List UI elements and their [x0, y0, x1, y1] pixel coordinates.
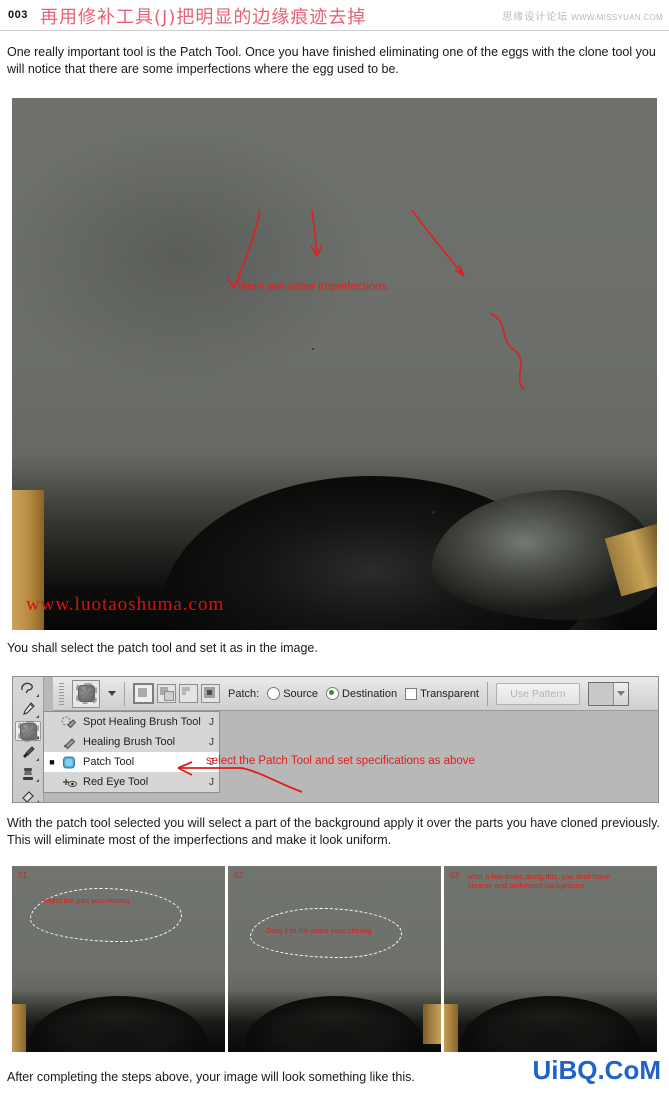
- photoshop-options-bar: Patch: Source Destination Transparent Us…: [53, 677, 658, 711]
- subtract-from-selection-button[interactable]: [179, 684, 198, 703]
- screenshot-image-imperfections: there are some imprefections. www.luotao…: [12, 98, 657, 630]
- photo-speck: [432, 511, 435, 514]
- lasso-icon: [21, 683, 33, 694]
- brand-name-cn: 思缘设计论坛: [502, 12, 569, 23]
- divider: [487, 681, 488, 706]
- add-to-selection-button[interactable]: [157, 684, 176, 703]
- lasso-tool-button[interactable]: [16, 679, 40, 698]
- page-title: 再用修补工具(J)把明显的边缘痕迹去掉: [40, 7, 367, 28]
- clone-stamp-icon: [23, 767, 33, 780]
- menu-item-label: Patch Tool: [83, 756, 135, 768]
- red-eye-icon: [61, 775, 78, 790]
- photo-annotation-text: there are some imprefections.: [238, 281, 391, 293]
- step-number-badge: 01: [18, 871, 27, 880]
- eraser-icon: [22, 790, 34, 802]
- patch-destination-label: Destination: [342, 687, 398, 700]
- intro-paragraph: One really important tool is the Patch T…: [7, 45, 656, 76]
- patch-source-radio[interactable]: Source: [267, 687, 318, 700]
- spot-healing-brush-icon: [61, 715, 78, 730]
- new-selection-button[interactable]: [133, 683, 154, 704]
- menu-item-spot-healing-brush-tool[interactable]: Spot Healing Brush Tool J: [44, 712, 219, 732]
- patch-tool-icon: [17, 720, 39, 742]
- menu-item-shortcut: J: [209, 736, 214, 748]
- tutorial-page: 003 再用修补工具(J)把明显的边缘痕迹去掉 思缘设计论坛 WWW.MISSY…: [0, 0, 669, 1094]
- patch-destination-radio[interactable]: Destination: [326, 687, 397, 700]
- patch-tool-icon: [61, 755, 78, 770]
- step-number-badge: 03: [450, 871, 459, 880]
- step-panel-3: 03 after a few times doing this, you sha…: [444, 866, 657, 1052]
- photoshop-tools-column: [13, 677, 44, 802]
- menu-item-healing-brush-tool[interactable]: Healing Brush Tool J: [44, 732, 219, 752]
- pattern-swatch[interactable]: [589, 682, 613, 705]
- menu-item-label: Red Eye Tool: [83, 776, 149, 788]
- clone-stamp-tool-button[interactable]: [16, 764, 40, 783]
- use-pattern-button[interactable]: Use Pattern: [496, 682, 580, 705]
- patch-source-label: Source: [283, 687, 319, 700]
- steps-image-strip: 01 select the part you cloning 02 Drag i…: [12, 866, 657, 1052]
- patch-label: Patch:: [228, 687, 260, 700]
- site-brand: 思缘设计论坛 WWW.MISSYUAN.COM: [502, 8, 663, 23]
- step-number: 003: [8, 9, 28, 21]
- brush-icon: [23, 746, 35, 758]
- site-logo: UiBQ.CoM: [532, 1055, 661, 1085]
- menu-item-label: Spot Healing Brush Tool: [83, 716, 201, 728]
- checkbox-icon: [405, 687, 418, 700]
- brand-url: WWW.MISSYUAN.COM: [571, 13, 663, 22]
- footer-caption: After completing the steps above, your i…: [7, 1070, 415, 1084]
- panel-wood-left: [12, 1004, 26, 1052]
- photoshop-annotation-arrow: [177, 761, 303, 793]
- caption-select-patch: You shall select the patch tool and set …: [7, 641, 318, 655]
- panel-wood-left: [444, 1004, 458, 1052]
- brush-tool-button[interactable]: [16, 743, 40, 762]
- page-header: 003 再用修补工具(J)把明显的边缘痕迹去掉 思缘设计论坛 WWW.MISSY…: [0, 0, 669, 31]
- healing-brush-icon: [61, 735, 78, 750]
- step-panel-1: 01 select the part you cloning: [12, 866, 225, 1052]
- options-bar-grip[interactable]: [59, 682, 64, 705]
- step-number-badge: 02: [234, 871, 243, 880]
- intersect-selection-button[interactable]: [201, 684, 220, 703]
- panel-wood-right: [423, 1004, 441, 1044]
- eyedropper-icon: [23, 702, 35, 716]
- tool-preset-chevron-down-icon[interactable]: [108, 691, 116, 696]
- transparent-label: Transparent: [420, 687, 479, 700]
- menu-item-shortcut: J: [209, 716, 214, 728]
- panel-annotation-text: Drag it to the place your cloning: [266, 926, 372, 935]
- step-panel-2: 02 Drag it to the place your cloning: [228, 866, 441, 1052]
- selection-mode-buttons: [133, 683, 220, 704]
- patch-tool-icon: [75, 683, 97, 704]
- panel-annotation-text: select the part you cloning: [42, 896, 130, 905]
- radio-button-selected-icon: [326, 687, 340, 700]
- eyedropper-tool-button[interactable]: [16, 700, 40, 719]
- photo-speck: [312, 348, 314, 350]
- image-watermark: www.luotaoshuma.com: [26, 594, 225, 615]
- menu-item-label: Healing Brush Tool: [83, 736, 176, 748]
- active-tool-preview[interactable]: [72, 679, 100, 708]
- eraser-tool-button[interactable]: [16, 785, 40, 802]
- pattern-picker[interactable]: [588, 681, 629, 706]
- panel-annotation-text: after a few times doing this, you shall …: [468, 872, 610, 890]
- transparent-checkbox[interactable]: Transparent: [405, 687, 479, 700]
- patch-tool-button[interactable]: [15, 720, 41, 742]
- radio-button-icon: [267, 687, 281, 700]
- menu-bullet-selected: ■: [49, 757, 55, 767]
- body-paragraph: With the patch tool selected you will se…: [7, 816, 660, 847]
- pattern-chevron-down-icon[interactable]: [613, 682, 628, 705]
- divider: [124, 681, 125, 706]
